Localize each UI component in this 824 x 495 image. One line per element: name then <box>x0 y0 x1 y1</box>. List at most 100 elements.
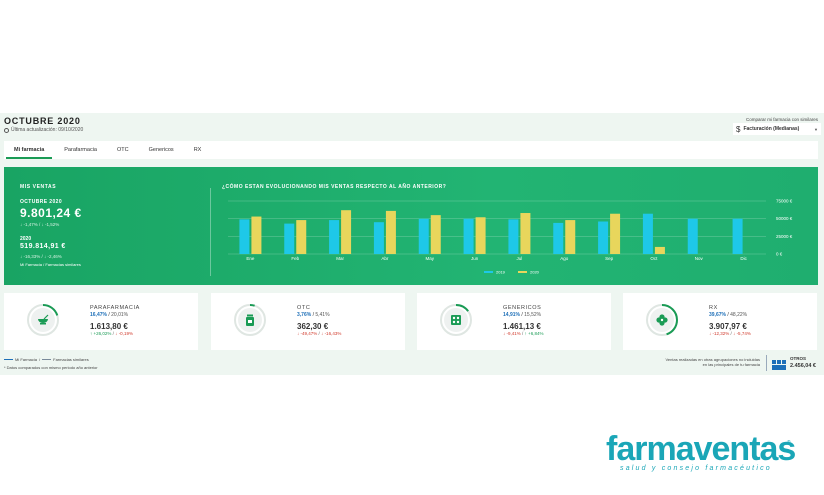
tab-rx[interactable]: RX <box>184 141 212 159</box>
divider <box>766 355 767 371</box>
tab-parafarmacia[interactable]: Parafarmacia <box>54 141 107 159</box>
bar-2019-mar <box>329 220 340 254</box>
pill-blister-icon <box>444 308 468 332</box>
category-card-rx[interactable]: RX 39,67% / 48,22% 3.907,97 € ↓ -12,32% … <box>623 293 817 350</box>
card-cmp-similar: ↑ +6,84% <box>524 331 544 336</box>
dollar-icon: $ <box>736 124 741 134</box>
legend-label: 2019 <box>496 270 506 275</box>
x-tick-label: Dic <box>740 256 747 261</box>
legend-swatch <box>484 271 493 273</box>
compare-select[interactable]: $ Facturación (Medianas) ▼ <box>733 123 821 135</box>
bar-2020-jun <box>475 217 486 254</box>
tab-mi-farmacia[interactable]: Mi farmacia <box>4 141 54 159</box>
bar-2019-jun <box>463 218 474 254</box>
year-compare: ↓ -16,33% / ↓ -2,46% <box>20 254 62 259</box>
chart-title: ¿CÓMO ESTAN EVOLUCIONANDO MIS VENTAS RES… <box>222 184 447 190</box>
bar-2019-may <box>418 218 429 254</box>
card-name: OTC <box>297 305 311 311</box>
bar-2020-feb <box>296 220 307 254</box>
legend-swatch-similar <box>42 358 52 361</box>
card-compare: ↓ -9,41% / ↑ +6,84% <box>503 331 544 336</box>
card-pct-similar: 5,41% <box>315 312 330 318</box>
compare-label: Comparar mi farmacia con similares <box>746 117 819 122</box>
bar-2019-abr <box>373 222 384 254</box>
year-value: 519.814,91 € <box>20 243 66 250</box>
sales-bar-chart: 75000 € 50000 € 25000 € 0 € Ene Feb Mar Abr May J… <box>228 199 793 275</box>
mortar-pestle-icon <box>31 308 55 332</box>
card-pct-own: 14,91% <box>503 312 520 318</box>
brand-tagline: salud y consejo farmacéutico <box>620 465 772 472</box>
card-value: 362,30 € <box>297 322 329 331</box>
pharmacy-boxes-icon <box>772 360 786 370</box>
card-cmp-similar: ↓ -5,74% <box>733 331 751 336</box>
year-label: 2020 <box>20 236 32 242</box>
bar-2020-abr <box>385 210 396 254</box>
card-compare: ↓ -49,47% / ↓ -16,43% <box>297 331 342 336</box>
card-cmp-similar: ↓ -0,19% <box>115 331 133 336</box>
card-percentages: 16,47% / 20,01% <box>90 312 129 318</box>
bar-2019-ene <box>239 219 250 254</box>
y-tick-label: 0 € <box>776 252 783 257</box>
tab-otc[interactable]: OTC <box>107 141 139 159</box>
bar-2019-dic <box>732 218 743 254</box>
card-cmp-own: ↑ +26,02% <box>90 331 112 336</box>
registered-mark: ® <box>787 440 791 446</box>
x-tick-label: Sep <box>605 256 614 261</box>
other-groups-note: Ventas realizadas en otras agrupaciones … <box>665 357 760 367</box>
x-tick-label: Abr <box>381 256 389 261</box>
y-tick-label: 75000 € <box>776 199 793 204</box>
current-month-label: OCTUBRE 2020 <box>20 199 63 205</box>
medicine-bottle-icon <box>238 308 262 332</box>
bar-2020-jul <box>520 213 531 254</box>
card-pct-similar: 15,52% <box>524 312 542 318</box>
card-percentages: 39,67% / 48,22% <box>709 312 748 318</box>
footer-legend: Mi Farmacia / Farmacias similares <box>4 357 89 362</box>
other-value: 2.456,04 € <box>790 363 816 369</box>
card-pct-own: 3,76% <box>297 312 312 318</box>
last-update: Última actualización: 09/10/2020 <box>4 127 83 133</box>
card-compare: ↑ +26,02% / ↓ -0,19% <box>90 331 133 336</box>
section-label: MIS VENTAS <box>20 184 57 190</box>
x-tick-label: Ago <box>560 256 569 261</box>
bar-2020-oct <box>654 246 665 254</box>
card-cmp-own: ↓ -9,41% <box>503 331 521 336</box>
card-name: PARAFARMACIA <box>90 305 140 311</box>
bar-2020-may <box>430 215 441 254</box>
x-tick-label: Mar <box>336 256 344 261</box>
category-card-genericos[interactable]: GENERICOS 14,91% / 15,52% 1.461,13 € ↓ -… <box>417 293 611 350</box>
compare-select-value: Facturación (Medianas) <box>743 126 800 132</box>
summary-legend: Mi Farmacia / Farmacias similares <box>20 262 81 267</box>
page-title: OCTUBRE 2020 <box>4 116 81 126</box>
card-value: 1.613,80 € <box>90 322 128 331</box>
tab-genericos[interactable]: Genericos <box>139 141 184 159</box>
card-name: GENERICOS <box>503 305 542 311</box>
x-tick-label: Jun <box>471 256 479 261</box>
card-cmp-own: ↓ -12,32% <box>709 331 730 336</box>
clock-icon <box>4 127 9 133</box>
bar-2019-oct <box>642 213 653 254</box>
chevron-down-icon: ▼ <box>814 126 818 132</box>
x-tick-label: Feb <box>291 256 299 261</box>
legend-own-label: Mi Farmacia <box>15 357 38 362</box>
card-compare: ↓ -12,32% / ↓ -5,74% <box>709 331 751 336</box>
rx-cross-icon <box>650 308 674 332</box>
card-cmp-own: ↓ -49,47% <box>297 331 318 336</box>
card-value: 1.461,13 € <box>503 322 541 331</box>
card-value: 3.907,97 € <box>709 322 747 331</box>
bar-2020-mar <box>341 210 352 254</box>
card-pct-similar: 20,01% <box>111 312 129 318</box>
card-pct-own: 39,67% <box>709 312 726 318</box>
bar-2019-ago <box>553 222 564 254</box>
legend-similar-label: Farmacias similares <box>53 357 89 362</box>
category-card-otc[interactable]: OTC 3,76% / 5,41% 362,30 € ↓ -49,47% / ↓… <box>211 293 405 350</box>
legend-label: 2020 <box>530 270 540 275</box>
card-pct-similar: 48,22% <box>730 312 748 318</box>
card-pct-own: 16,47% <box>90 312 107 318</box>
y-tick-label: 25000 € <box>776 234 793 239</box>
category-card-parafarmacia[interactable]: PARAFARMACIA 16,47% / 20,01% 1.613,80 € … <box>4 293 198 350</box>
y-tick-label: 50000 € <box>776 216 793 221</box>
current-month-compare: ↓ -1,47% / ↓ -1,52% <box>20 222 60 227</box>
bar-2020-sep <box>610 213 621 254</box>
x-tick-label: Ene <box>246 256 255 261</box>
card-percentages: 14,91% / 15,52% <box>503 312 542 318</box>
